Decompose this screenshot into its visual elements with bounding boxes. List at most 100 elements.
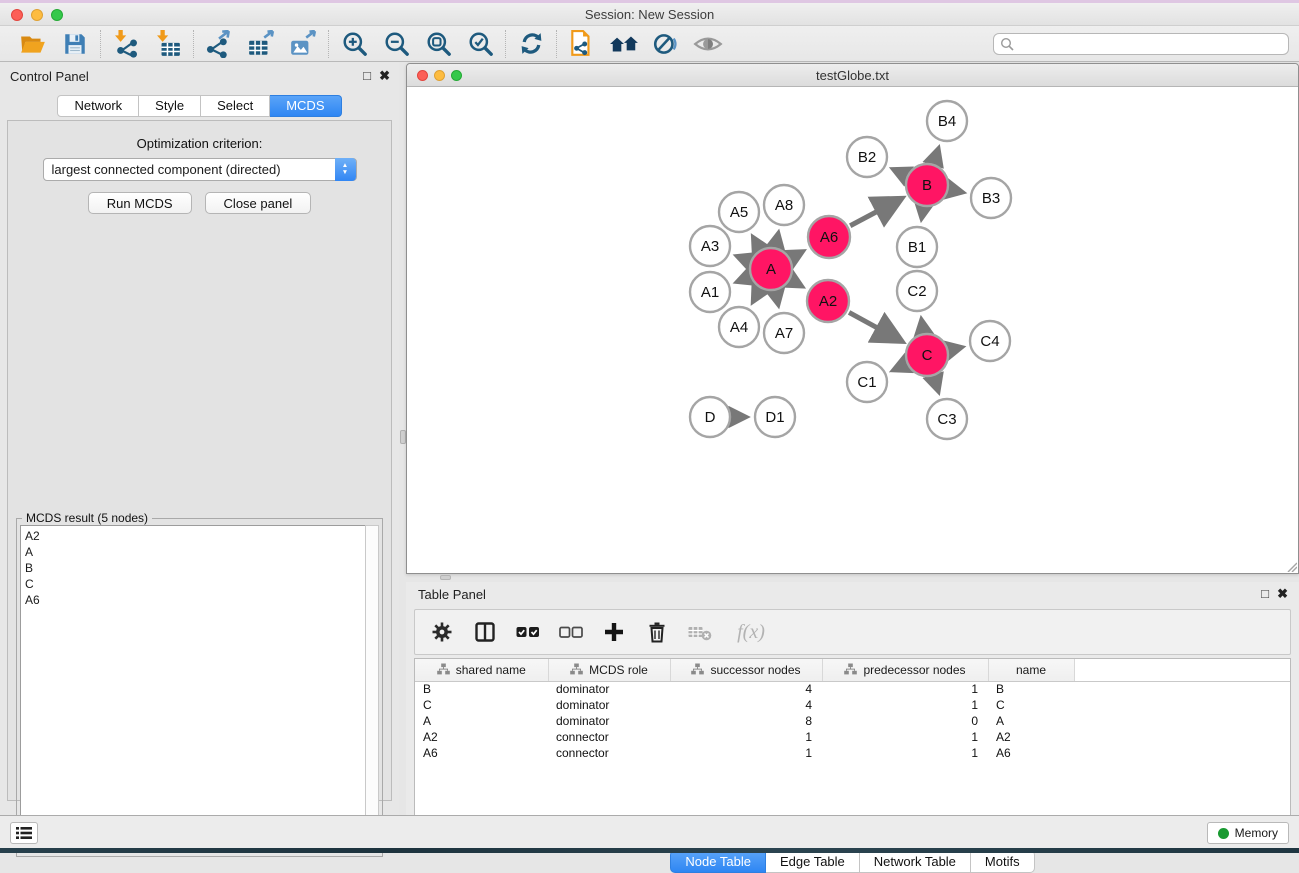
table-close-panel-icon[interactable]: ✖: [1277, 586, 1288, 602]
column-header-label: successor nodes: [710, 663, 800, 677]
graph-edge-B-B3[interactable]: [951, 190, 964, 193]
column-header-predecessor-nodes[interactable]: predecessor nodes: [822, 659, 988, 681]
select-all-icon[interactable]: [515, 619, 541, 645]
mcds-panel-body: Optimization criterion: largest connecte…: [7, 120, 392, 801]
graph-edge-A-A2[interactable]: [792, 281, 803, 287]
graph-edge-A-A8[interactable]: [776, 232, 779, 245]
graph-edge-A2-C[interactable]: [849, 312, 901, 341]
graph-node-label: B: [922, 177, 932, 194]
table-float-panel-icon[interactable]: □: [1261, 586, 1269, 601]
import-network-icon[interactable]: [111, 29, 141, 59]
deselect-all-icon[interactable]: [558, 619, 584, 645]
export-network-icon[interactable]: [204, 29, 234, 59]
mcds-result-item[interactable]: A2: [25, 528, 365, 544]
table-cell: B: [988, 681, 1074, 697]
mcds-list-scrollbar[interactable]: [365, 525, 379, 853]
graph-edge-A-A7[interactable]: [776, 293, 779, 306]
network-window-titlebar[interactable]: testGlobe.txt: [407, 64, 1298, 87]
eye-icon[interactable]: [693, 29, 723, 59]
search-input[interactable]: [993, 33, 1289, 55]
mcds-result-item[interactable]: C: [25, 576, 365, 592]
network-canvas[interactable]: B4B2BB3B1A5A8A6A3AA1A2A4A7C2CC4C1C3DD1: [407, 87, 1298, 573]
import-table-icon[interactable]: [153, 29, 183, 59]
close-panel-icon[interactable]: ✖: [379, 68, 390, 84]
table-row[interactable]: A2connector11A2: [415, 729, 1290, 745]
tab-style[interactable]: Style: [139, 95, 201, 117]
function-builder-icon[interactable]: f(x): [730, 619, 772, 645]
delete-table-icon[interactable]: [687, 619, 713, 645]
memory-button[interactable]: Memory: [1207, 822, 1289, 844]
graph-node-label: B3: [982, 190, 1000, 207]
column-header-successor-nodes[interactable]: successor nodes: [670, 659, 822, 681]
zoom-in-icon[interactable]: [339, 29, 369, 59]
graph-edge-B-B1[interactable]: [921, 209, 923, 220]
zoom-out-icon[interactable]: [381, 29, 411, 59]
graph-edge-B-B2[interactable]: [892, 169, 905, 175]
graph-node-label: A6: [820, 229, 838, 246]
graph-node-label: C2: [907, 283, 926, 300]
table-cell: 4: [670, 681, 822, 697]
export-table-icon[interactable]: [246, 29, 276, 59]
zoom-selected-icon[interactable]: [465, 29, 495, 59]
graph-edge-A-A1[interactable]: [736, 277, 748, 282]
export-image-icon[interactable]: [288, 29, 318, 59]
graph-node-label: A3: [701, 238, 719, 255]
table-cell: 1: [822, 729, 988, 745]
graph-edge-A6-B[interactable]: [850, 199, 901, 226]
graph-node-label: C3: [937, 411, 956, 428]
float-panel-icon[interactable]: □: [363, 68, 371, 83]
table-cell: C: [988, 697, 1074, 713]
save-session-icon[interactable]: [60, 29, 90, 59]
graph-edge-A-A5[interactable]: [753, 236, 760, 248]
graph-edge-C-C2[interactable]: [921, 319, 923, 332]
zoom-fit-icon[interactable]: [423, 29, 453, 59]
tab-node-table[interactable]: Node Table: [670, 850, 766, 873]
graph-edge-C-C4[interactable]: [950, 347, 962, 350]
graph-edge-C-C1[interactable]: [893, 365, 906, 371]
graph-edge-A-A6[interactable]: [792, 251, 804, 257]
mcds-result-item[interactable]: B: [25, 560, 365, 576]
window-title: Session: New Session: [0, 7, 1299, 22]
network-file-icon[interactable]: [567, 29, 597, 59]
table-row[interactable]: Adominator80A: [415, 713, 1290, 729]
column-header-name[interactable]: name: [988, 659, 1074, 681]
delete-column-icon[interactable]: [644, 619, 670, 645]
open-session-icon[interactable]: [18, 29, 48, 59]
tab-edge-table[interactable]: Edge Table: [766, 850, 860, 873]
graph-node-label: D1: [765, 409, 784, 426]
home-icon[interactable]: [609, 29, 639, 59]
mcds-result-item[interactable]: A: [25, 544, 365, 560]
table-row[interactable]: Bdominator41B: [415, 681, 1290, 697]
search-field: [993, 33, 1289, 55]
column-header-label: MCDS role: [589, 663, 648, 677]
optimization-select[interactable]: largest connected component (directed) ▲…: [43, 158, 357, 181]
refresh-layout-icon[interactable]: [516, 29, 546, 59]
add-column-icon[interactable]: [601, 619, 627, 645]
tab-select[interactable]: Select: [201, 95, 270, 117]
resize-grip-icon[interactable]: [1285, 560, 1297, 572]
table-cell-filler: [1074, 697, 1290, 713]
close-panel-button[interactable]: Close panel: [205, 192, 312, 214]
task-history-button[interactable]: [10, 822, 38, 844]
graphics-details-icon[interactable]: [651, 29, 681, 59]
column-header-MCDS-role[interactable]: MCDS role: [548, 659, 670, 681]
column-header-shared-name[interactable]: shared name: [415, 659, 548, 681]
mcds-result-item[interactable]: A6: [25, 592, 365, 608]
graph-edge-A-A4[interactable]: [753, 290, 760, 302]
table-row[interactable]: A6connector11A6: [415, 745, 1290, 761]
gear-icon[interactable]: [429, 619, 455, 645]
tab-motifs[interactable]: Motifs: [971, 850, 1035, 873]
table-cell: dominator: [548, 697, 670, 713]
tab-mcds[interactable]: MCDS: [270, 95, 341, 117]
column-header-label: predecessor nodes: [863, 663, 965, 677]
graph-edge-C-C3[interactable]: [934, 378, 938, 392]
tab-network[interactable]: Network: [57, 95, 139, 117]
horizontal-divider-handle[interactable]: [440, 575, 451, 580]
run-mcds-button[interactable]: Run MCDS: [88, 192, 192, 214]
control-panel-tabs: Network Style Select MCDS: [0, 95, 399, 117]
graph-edge-B-B4[interactable]: [934, 148, 938, 162]
table-row[interactable]: Cdominator41C: [415, 697, 1290, 713]
split-panel-icon[interactable]: [472, 619, 498, 645]
tab-network-table[interactable]: Network Table: [860, 850, 971, 873]
graph-edge-A-A3[interactable]: [736, 256, 748, 261]
